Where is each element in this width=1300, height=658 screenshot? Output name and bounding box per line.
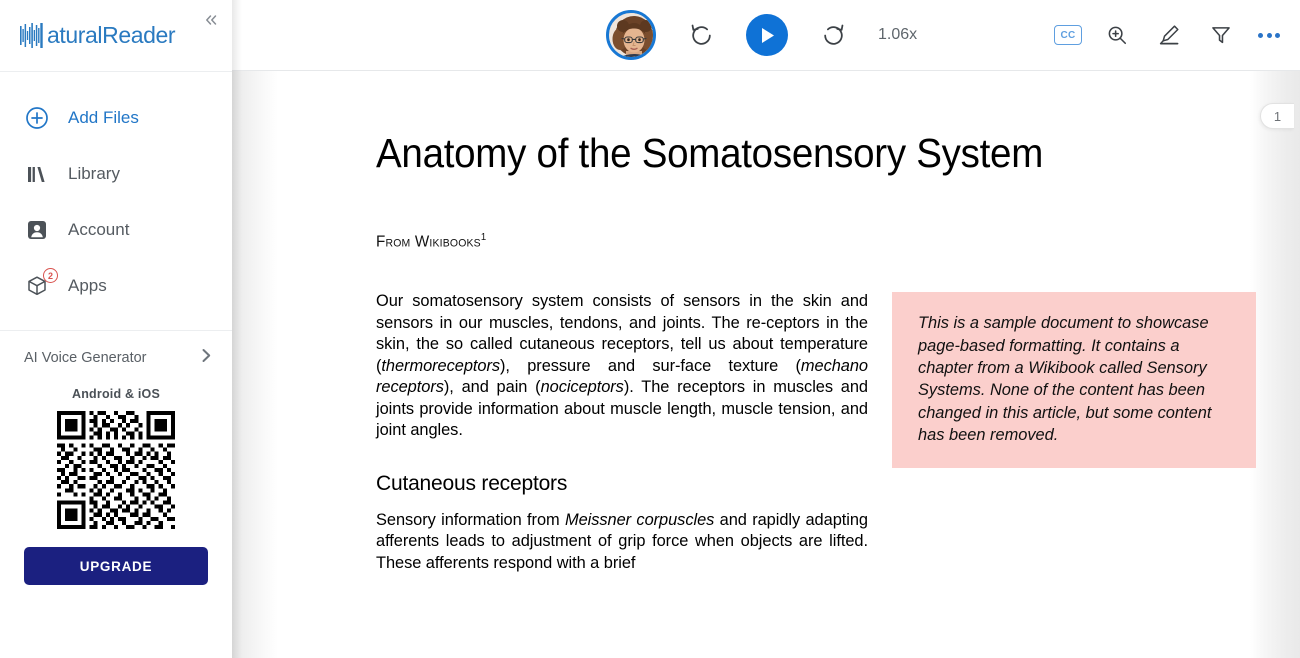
document-reader[interactable]: Anatomy of the Somatosensory System From… [232,71,1300,658]
footnote-marker: 1 [480,232,487,244]
callout-note: This is a sample document to showcase pa… [892,292,1256,469]
page-gutter-left [232,71,278,658]
dot [1275,32,1280,38]
text-column: Our somatosensory system consists of sen… [376,291,868,574]
paragraph-1: Our somatosensory system consists of sen… [376,291,868,441]
mobile-app-promo: Android & iOS UPGRADE [0,385,232,585]
cc-button[interactable]: CC [1054,25,1082,45]
paragraph-2-part: Sensory information from [376,510,565,529]
page-background: Anatomy of the Somatosensory System From… [232,71,1300,658]
dot [1258,32,1263,38]
player-toolbar: 1.06x CC [232,0,1300,71]
sidebar-item-apps[interactable]: 2 Apps [0,258,232,314]
highlighter-pen-icon[interactable] [1152,18,1186,52]
paragraph-1-part: ), pressure and sur-face texture ( [500,356,801,375]
forward-button[interactable] [816,18,850,52]
upgrade-button[interactable]: UPGRADE [24,547,208,585]
magnifier-plus-icon[interactable] [1100,18,1134,52]
paragraph-1-part: ), and pain ( [443,378,541,397]
main-area: 1.06x CC Anatomy of the Somatosensory Sy… [232,0,1300,658]
waveform-n-logo-icon [20,22,46,49]
apps-badge-count: 2 [43,268,58,283]
sidebar-item-label: Library [68,164,120,183]
page-number-tab[interactable]: 1 [1260,103,1294,129]
sidebar-item-account[interactable]: Account [0,202,232,258]
sidebar-item-label: Add Files [68,108,139,127]
sidebar-item-label: Apps [68,276,107,295]
person-card-icon [24,217,50,243]
page-gutter-right [1250,71,1300,658]
paragraph-1-em: thermoreceptors [381,356,501,375]
promo-title: Android & iOS [71,387,160,401]
voice-avatar[interactable] [606,10,656,60]
plus-circle-icon [24,105,50,131]
paragraph-2: Sensory information from Meissner corpus… [376,510,868,574]
logo-row: aturalReader [0,0,232,72]
play-button[interactable] [746,14,788,56]
natural-reader-app: aturalReader Add Files Library Account 2… [0,0,1300,658]
chevron-double-left-icon[interactable] [199,8,223,32]
dot [1266,32,1272,38]
page-title: Anatomy of the Somatosensory System [376,130,1044,176]
books-icon [24,161,50,187]
ai-voice-generator-row[interactable]: AI Voice Generator [0,331,232,385]
content-columns: Our somatosensory system consists of sen… [376,291,1256,574]
toolbar-right-actions: CC [1054,0,1282,70]
sidebar: aturalReader Add Files Library Account 2… [0,0,232,658]
three-dots-icon[interactable] [1256,27,1282,44]
source-text: From Wikibooks [376,233,481,251]
sidebar-item-library[interactable]: Library [0,146,232,202]
funnel-icon[interactable] [1204,18,1238,52]
sidebar-nav: Add Files Library Account 2 Apps [0,72,232,331]
sidebar-item-add-files[interactable]: Add Files [0,90,232,146]
qr-code-icon [57,411,175,529]
sidebar-item-label: Account [68,220,130,239]
cube-icon: 2 [24,268,58,299]
chevron-right-icon [201,348,212,368]
playback-speed[interactable]: 1.06x [878,26,926,44]
document-source-line: From Wikibooks1 [376,232,1115,251]
paragraph-1-em: nociceptors [540,378,624,397]
paragraph-2-em: Meissner corpuscles [564,510,715,529]
rewind-button[interactable] [684,18,718,52]
section-heading: Cutaneous receptors [376,471,568,495]
document-page: Anatomy of the Somatosensory System From… [278,71,1256,658]
ai-voice-generator-label: AI Voice Generator [24,350,147,366]
logo-text: aturalReader [47,22,176,48]
